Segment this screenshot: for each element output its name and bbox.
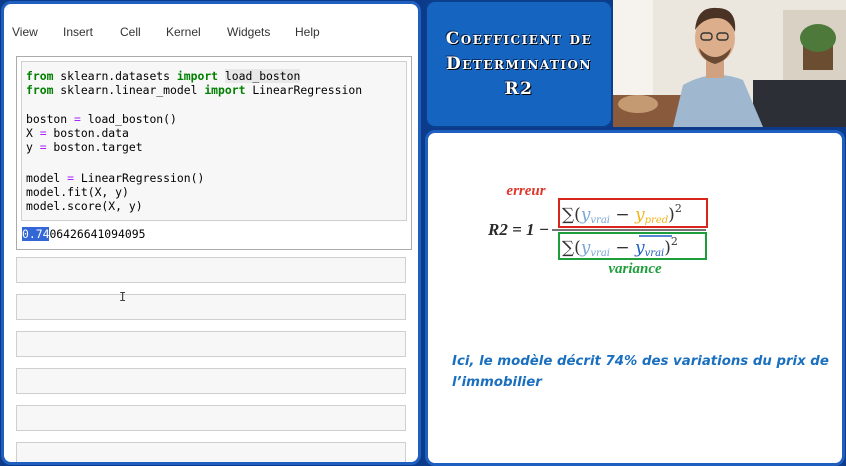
empty-cell-3[interactable]: [16, 331, 406, 357]
svg-text:∑(yvrai − yvrai)2: ∑(yvrai − yvrai)2: [562, 235, 678, 259]
webcam-feed: [613, 0, 846, 127]
code-line-6: model = LinearRegression(): [26, 171, 205, 185]
formula-lhs: R2 = 1 −: [487, 220, 549, 239]
title-line-1: Coefficient de: [445, 28, 593, 49]
erreur-label: erreur: [506, 183, 545, 199]
empty-cell-5[interactable]: [16, 405, 406, 431]
menu-insert[interactable]: Insert: [63, 25, 93, 39]
code-line-5: y = boston.target: [26, 140, 143, 154]
empty-cell-1[interactable]: [16, 257, 406, 283]
code-line-8: model.score(X, y): [26, 199, 143, 213]
cell-output[interactable]: 0.7406426641094095: [22, 227, 145, 241]
variance-label: variance: [608, 261, 662, 277]
menu-bar: View Insert Cell Kernel Widgets Help: [4, 4, 418, 52]
menu-help[interactable]: Help: [295, 25, 320, 39]
text-cursor-icon: I: [119, 290, 127, 304]
presenter-image: [613, 0, 846, 127]
caption-text: Ici, le modèle décrit 74% des variations…: [452, 354, 829, 390]
code-line-4: X = boston.data: [26, 126, 129, 140]
empty-cell-2[interactable]: [16, 294, 406, 320]
menu-cell[interactable]: Cell: [120, 25, 141, 39]
menu-widgets[interactable]: Widgets: [227, 25, 270, 39]
notebook-panel: View Insert Cell Kernel Widgets Help fro…: [1, 1, 421, 465]
code-line-1: from sklearn.datasets import load_boston: [26, 69, 301, 83]
code-cell[interactable]: from sklearn.datasets import load_boston…: [16, 56, 412, 250]
code-line-2: from sklearn.linear_model import LinearR…: [26, 83, 363, 97]
menu-kernel[interactable]: Kernel: [166, 25, 201, 39]
code-line-3: boston = load_boston(): [26, 112, 177, 126]
svg-text:∑(yvrai − ypred)2: ∑(yvrai − ypred)2: [562, 202, 682, 226]
r2-formula: erreur R2 = 1 − ∑(yvrai − ypred)2 ∑(yvra…: [487, 183, 708, 277]
menu-view[interactable]: View: [12, 25, 38, 39]
formula-panel: erreur R2 = 1 − ∑(yvrai − ypred)2 ∑(yvra…: [425, 130, 845, 466]
title-line-2: Determination: [446, 53, 592, 74]
empty-cell-4[interactable]: [16, 368, 406, 394]
selected-text: 0.74: [22, 227, 50, 241]
title-box: Coefficient de Determination R2: [425, 0, 613, 128]
code-editor[interactable]: from sklearn.datasets import load_boston…: [21, 61, 407, 221]
title-line-3: R2: [504, 78, 534, 99]
empty-cell-6[interactable]: [16, 442, 406, 462]
code-line-7: model.fit(X, y): [26, 185, 129, 199]
